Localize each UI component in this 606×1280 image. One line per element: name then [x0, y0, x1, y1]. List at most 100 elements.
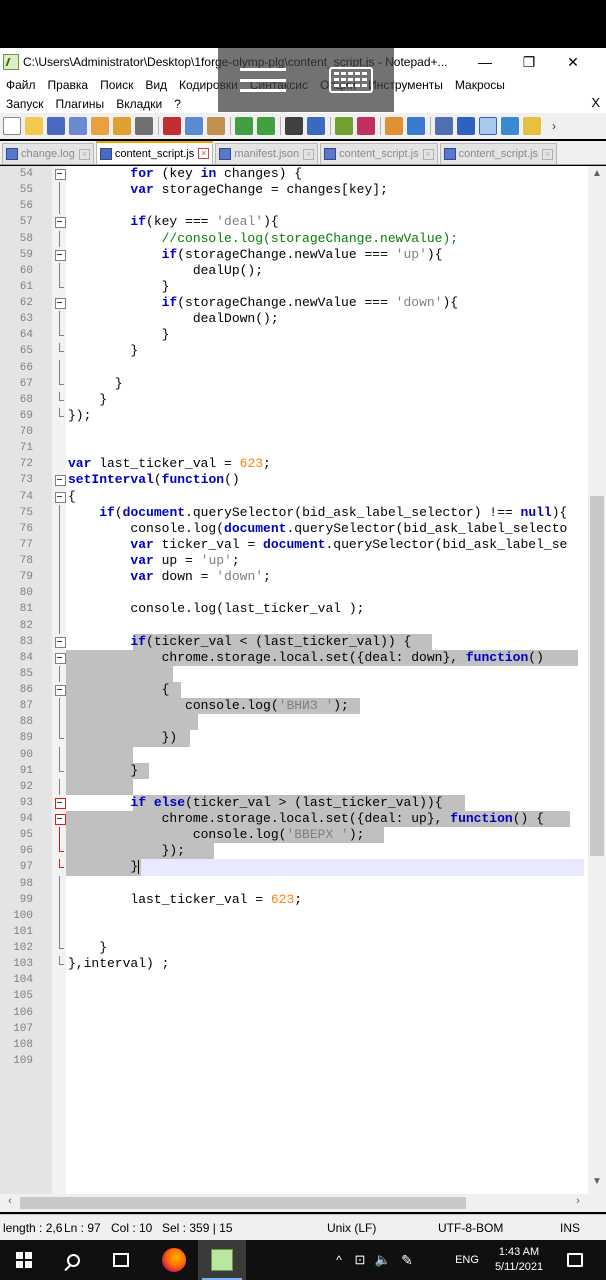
- scroll-up-arrow-icon[interactable]: ▲: [588, 168, 606, 184]
- code-line[interactable]: 78 var up = 'up';: [0, 553, 588, 570]
- action-center-button[interactable]: [560, 1240, 590, 1280]
- code-line[interactable]: 57 if(key === 'deal'){: [0, 214, 588, 230]
- fold-toggle-icon[interactable]: [55, 682, 66, 698]
- status-eol[interactable]: Unix (LF): [327, 1221, 376, 1235]
- code-line[interactable]: 65 }: [0, 343, 588, 359]
- code-line[interactable]: 74 {: [0, 489, 588, 505]
- fold-toggle-icon[interactable]: [55, 489, 66, 505]
- find-icon[interactable]: [285, 117, 303, 135]
- code-line[interactable]: 76 console.log(document.querySelector(bi…: [0, 520, 588, 538]
- code-line[interactable]: 92: [0, 778, 588, 796]
- firefox-taskbar-button[interactable]: [150, 1240, 198, 1280]
- code-line[interactable]: 60 dealUp();: [0, 262, 588, 280]
- code-line[interactable]: 101: [0, 923, 588, 941]
- menu-item[interactable]: Правка: [42, 78, 95, 92]
- code-line[interactable]: 84 chrome.storage.local.set({deal: down}…: [0, 649, 588, 666]
- paste-icon[interactable]: [207, 117, 225, 135]
- tab-close-icon[interactable]: ×: [78, 148, 90, 160]
- code-editor[interactable]: 54 for (key in changes) {55 var storageC…: [0, 166, 588, 1194]
- network-icon[interactable]: ⊡: [350, 1240, 370, 1280]
- code-line[interactable]: 99 last_ticker_val = 623;: [0, 891, 588, 908]
- tab-close-icon[interactable]: ×: [303, 148, 315, 160]
- open-file-icon[interactable]: [25, 117, 43, 135]
- scroll-down-arrow-icon[interactable]: ▼: [588, 1176, 606, 1192]
- code-line[interactable]: 88: [0, 714, 588, 731]
- code-line[interactable]: 104: [0, 972, 588, 988]
- sync-vertical-icon[interactable]: [385, 117, 403, 135]
- code-line[interactable]: 105: [0, 988, 588, 1004]
- copy-icon[interactable]: [185, 117, 203, 135]
- code-line[interactable]: 83 if(ticker_val < (last_ticker_val)) {: [0, 633, 588, 650]
- show-all-chars-icon[interactable]: [457, 117, 475, 135]
- code-line[interactable]: 79 var down = 'down';: [0, 569, 588, 586]
- code-line[interactable]: 72 var last_ticker_val = 623;: [0, 456, 588, 472]
- tab-close-icon[interactable]: ×: [422, 148, 434, 160]
- code-line[interactable]: 91 }: [0, 762, 588, 779]
- code-line[interactable]: 102 }: [0, 940, 588, 956]
- code-line[interactable]: 67 }: [0, 375, 588, 392]
- code-line[interactable]: 96 });: [0, 843, 588, 860]
- tab-close-icon[interactable]: ×: [198, 148, 210, 159]
- menu-item[interactable]: Файл: [0, 78, 42, 92]
- code-line[interactable]: 71: [0, 440, 588, 456]
- status-encoding[interactable]: UTF-8-BOM: [438, 1221, 503, 1235]
- code-line[interactable]: 107: [0, 1021, 588, 1037]
- menu-item[interactable]: Плагины: [50, 97, 111, 111]
- language-icon[interactable]: [501, 117, 519, 135]
- code-line[interactable]: 61 }: [0, 278, 588, 295]
- code-line[interactable]: 98: [0, 875, 588, 892]
- code-line[interactable]: 75 if(document.querySelector(bid_ask_lab…: [0, 504, 588, 521]
- code-line[interactable]: 87 console.log('ВНИЗ ');: [0, 698, 588, 715]
- new-file-icon[interactable]: [3, 117, 21, 135]
- menu-item[interactable]: Макросы: [449, 78, 511, 92]
- fold-toggle-icon[interactable]: [55, 166, 66, 182]
- notepadpp-taskbar-button[interactable]: [198, 1240, 246, 1280]
- zoom-in-icon[interactable]: [335, 117, 353, 135]
- keyboard-icon[interactable]: [328, 67, 373, 93]
- code-line[interactable]: 106: [0, 1005, 588, 1021]
- vertical-scrollbar[interactable]: ▲ ▼: [588, 166, 606, 1194]
- code-line[interactable]: 56: [0, 198, 588, 215]
- close-document-button[interactable]: X: [591, 95, 600, 110]
- code-line[interactable]: 85: [0, 665, 588, 683]
- tab-2[interactable]: manifest.json ×: [215, 143, 319, 164]
- replace-icon[interactable]: [307, 117, 325, 135]
- indent-guide-icon[interactable]: [479, 117, 497, 135]
- menu-item[interactable]: Вид: [139, 78, 173, 92]
- word-wrap-icon[interactable]: [435, 117, 453, 135]
- menu-item[interactable]: ?: [168, 97, 187, 111]
- scroll-left-arrow-icon[interactable]: ‹: [2, 1195, 18, 1211]
- code-line[interactable]: 100: [0, 907, 588, 925]
- fold-toggle-icon[interactable]: [55, 247, 66, 263]
- cut-icon[interactable]: [163, 117, 181, 135]
- hamburger-menu-icon[interactable]: [239, 68, 286, 92]
- code-line[interactable]: 64 }: [0, 327, 588, 343]
- tab-3[interactable]: content_script.js ×: [320, 143, 438, 164]
- start-button[interactable]: [0, 1240, 48, 1280]
- tab-close-icon[interactable]: ×: [542, 148, 554, 160]
- fold-toggle-icon[interactable]: [55, 295, 66, 311]
- save-all-icon[interactable]: [69, 117, 87, 135]
- code-line[interactable]: 54 for (key in changes) {: [0, 166, 588, 182]
- fold-toggle-icon[interactable]: [55, 795, 66, 811]
- code-line[interactable]: 109: [0, 1053, 588, 1069]
- scroll-right-arrow-icon[interactable]: ›: [570, 1195, 586, 1211]
- save-icon[interactable]: [47, 117, 65, 135]
- clock[interactable]: 1:43 AM 5/11/2021: [486, 1240, 552, 1280]
- code-line[interactable]: 68 }: [0, 391, 588, 408]
- code-line[interactable]: 89 }): [0, 730, 588, 747]
- code-line[interactable]: 70: [0, 424, 588, 440]
- fold-toggle-icon[interactable]: [55, 214, 66, 230]
- sync-horizontal-icon[interactable]: [407, 117, 425, 135]
- fold-toggle-icon[interactable]: [55, 634, 66, 650]
- code-line[interactable]: 69});: [0, 407, 588, 424]
- menu-item[interactable]: Запуск: [0, 97, 50, 111]
- horizontal-scroll-thumb[interactable]: [20, 1197, 466, 1209]
- print-icon[interactable]: [135, 117, 153, 135]
- fold-toggle-icon[interactable]: [55, 472, 66, 488]
- code-line[interactable]: 59 if(storageChange.newValue === 'up'){: [0, 247, 588, 263]
- code-line[interactable]: 97 }: [0, 859, 588, 876]
- close-file-icon[interactable]: [91, 117, 109, 135]
- tab-1[interactable]: content_script.js ×: [95, 141, 214, 164]
- code-line[interactable]: 55 var storageChange = changes[key];: [0, 182, 588, 199]
